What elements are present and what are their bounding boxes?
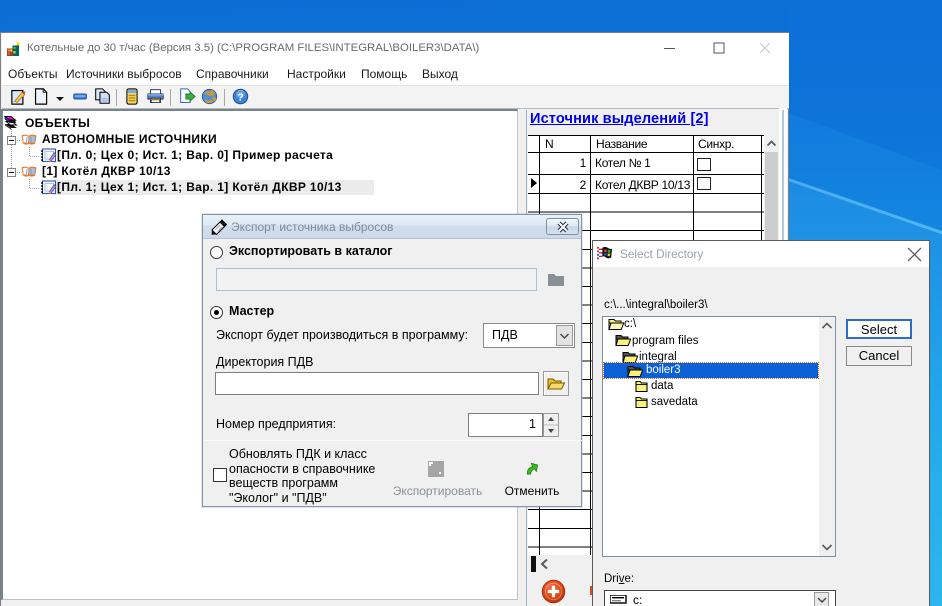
svg-text:?: ? (237, 92, 243, 103)
